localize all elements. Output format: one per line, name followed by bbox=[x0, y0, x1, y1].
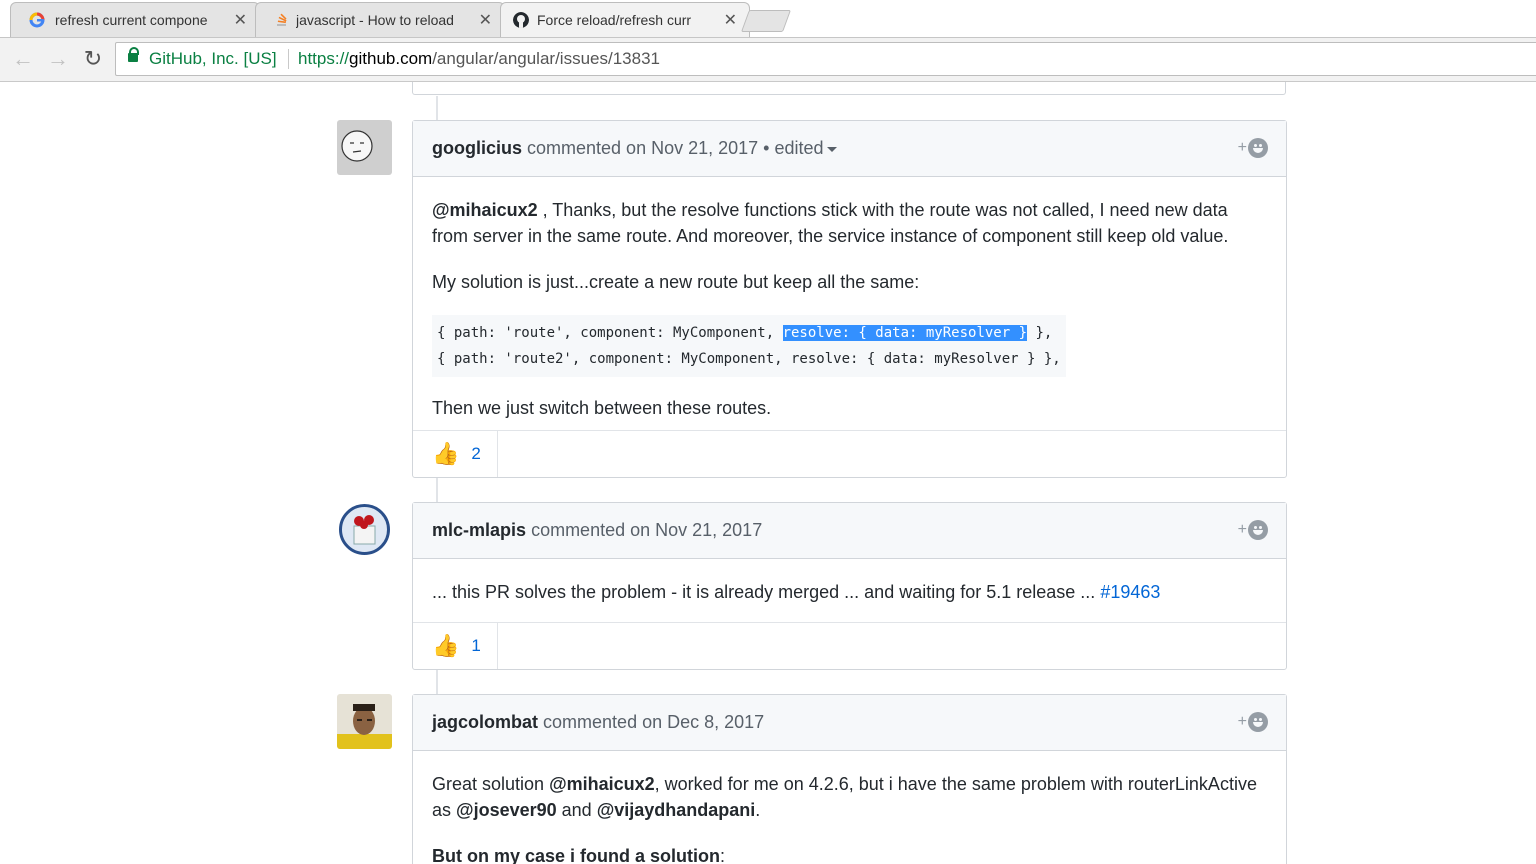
reaction-count: 1 bbox=[471, 636, 481, 655]
comment-body: @mihaicux2 , Thanks, but the resolve fun… bbox=[413, 177, 1286, 421]
smiley-icon bbox=[1248, 712, 1268, 732]
tab-close-icon[interactable]: ✕ bbox=[479, 10, 492, 30]
add-reaction-button[interactable]: + bbox=[1238, 520, 1268, 540]
comment-mlc-mlapis: mlc-mlapis commented on Nov 21, 2017 + .… bbox=[412, 502, 1287, 670]
timeline-connector bbox=[436, 96, 438, 120]
thumbs-up-reaction[interactable]: 👍 1 bbox=[413, 623, 498, 669]
url-text[interactable]: https://github.com/angular/angular/issue… bbox=[298, 49, 660, 69]
tab-github-issue[interactable]: Force reload/refresh curr ✕ bbox=[500, 2, 750, 37]
comment-paragraph: But on my case i found a solution: bbox=[432, 843, 1267, 864]
paragraph-text: and bbox=[556, 800, 597, 820]
edited-dropdown[interactable]: edited bbox=[774, 138, 837, 158]
address-bar[interactable]: GitHub, Inc. [US] https://github.com/ang… bbox=[115, 42, 1536, 76]
thumbs-up-icon: 👍 bbox=[432, 441, 460, 466]
new-tab-button[interactable] bbox=[740, 10, 792, 32]
selected-code-text: resolve: { data: myResolver } bbox=[782, 325, 1028, 341]
url-scheme: https:// bbox=[298, 49, 350, 68]
tab-stackoverflow[interactable]: javascript - How to reload ✕ bbox=[255, 2, 505, 37]
comment-author[interactable]: googlicius bbox=[432, 138, 522, 158]
comment-timestamp[interactable]: commented on Nov 21, 2017 bbox=[531, 520, 762, 540]
add-reaction-button[interactable]: + bbox=[1238, 138, 1268, 158]
reactions-bar: 👍 1 bbox=[413, 622, 1286, 669]
plus-label: + bbox=[1237, 713, 1247, 730]
url-path: /angular/angular/issues/13831 bbox=[432, 49, 660, 68]
pull-request-link[interactable]: #19463 bbox=[1100, 582, 1160, 602]
comment-body: ... this PR solves the problem - it is a… bbox=[413, 559, 1286, 605]
reactions-bar: 👍 2 bbox=[413, 430, 1286, 477]
avatar-googlicius[interactable] bbox=[337, 120, 392, 175]
reaction-count: 2 bbox=[471, 444, 481, 463]
thumbs-up-icon: 👍 bbox=[432, 633, 460, 658]
user-mention[interactable]: @mihaicux2 bbox=[549, 774, 655, 794]
code-text: { path: 'route', component: MyComponent, bbox=[437, 325, 783, 341]
comment-googlicius: googlicius commented on Nov 21, 2017 • e… bbox=[412, 120, 1287, 478]
caret-down-icon bbox=[826, 146, 837, 152]
user-mention[interactable]: @vijaydhandapani bbox=[597, 800, 756, 820]
tab-strip: refresh current compone ✕ javascript - H… bbox=[0, 0, 1536, 38]
comment-header: googlicius commented on Nov 21, 2017 • e… bbox=[413, 121, 1286, 177]
tab-close-icon[interactable]: ✕ bbox=[234, 10, 247, 30]
add-reaction-button[interactable]: + bbox=[1238, 712, 1268, 732]
reload-icon[interactable]: ↻ bbox=[81, 47, 105, 71]
comment-paragraph: @mihaicux2 , Thanks, but the resolve fun… bbox=[432, 197, 1267, 249]
code-text: { path: 'route2', component: MyComponent… bbox=[437, 351, 1061, 367]
comment-jagcolombat: jagcolombat commented on Dec 8, 2017 + G… bbox=[412, 694, 1287, 864]
avatar-mlc-mlapis[interactable] bbox=[337, 502, 392, 557]
google-icon bbox=[29, 12, 45, 28]
comment-header: jagcolombat commented on Dec 8, 2017 + bbox=[413, 695, 1286, 751]
bold-text: But on my case i found a solution bbox=[432, 846, 721, 864]
user-mention[interactable]: @mihaicux2 bbox=[432, 200, 538, 220]
issue-timeline: googlicius commented on Nov 21, 2017 • e… bbox=[0, 82, 1536, 864]
paragraph-text: . bbox=[755, 800, 761, 820]
paragraph-text: ... this PR solves the problem - it is a… bbox=[432, 582, 1101, 602]
tab-close-icon[interactable]: ✕ bbox=[724, 10, 737, 30]
comment-author[interactable]: jagcolombat bbox=[432, 712, 538, 732]
site-identity[interactable]: GitHub, Inc. [US] bbox=[149, 49, 277, 69]
plus-label: + bbox=[1237, 521, 1247, 538]
code-text: }, bbox=[1027, 325, 1053, 341]
timeline-connector bbox=[436, 478, 438, 502]
smiley-icon bbox=[1248, 520, 1268, 540]
comment-paragraph: ... this PR solves the problem - it is a… bbox=[432, 579, 1267, 605]
github-icon bbox=[513, 12, 529, 28]
paragraph-text: , Thanks, but the resolve functions stic… bbox=[432, 200, 1229, 246]
comment-author[interactable]: mlc-mlapis bbox=[432, 520, 526, 540]
avatar-jagcolombat[interactable] bbox=[337, 694, 392, 749]
code-block: { path: 'route', component: MyComponent,… bbox=[432, 315, 1066, 377]
browser-toolbar: ← → ↻ GitHub, Inc. [US] https://github.c… bbox=[0, 38, 1536, 82]
tab-title: javascript - How to reload bbox=[296, 12, 454, 28]
comment-timestamp[interactable]: commented on Dec 8, 2017 bbox=[543, 712, 764, 732]
omnibox-divider bbox=[288, 49, 289, 69]
edited-label: edited bbox=[774, 138, 824, 158]
back-arrow-icon[interactable]: ← bbox=[11, 47, 35, 71]
comment-timestamp[interactable]: commented on Nov 21, 2017 • bbox=[527, 138, 769, 158]
plus-label: + bbox=[1237, 139, 1247, 156]
comment-header: mlc-mlapis commented on Nov 21, 2017 + bbox=[413, 503, 1286, 559]
paragraph-text: Great solution bbox=[432, 774, 550, 794]
previous-comment-bottom bbox=[412, 82, 1286, 95]
tab-title: refresh current compone bbox=[55, 12, 208, 28]
comment-paragraph: My solution is just...create a new route… bbox=[432, 272, 920, 292]
smiley-icon bbox=[1248, 138, 1268, 158]
tab-title: Force reload/refresh curr bbox=[537, 12, 692, 28]
thumbs-up-reaction[interactable]: 👍 2 bbox=[413, 431, 498, 477]
stackoverflow-icon bbox=[277, 13, 287, 26]
timeline-connector bbox=[436, 670, 438, 694]
paragraph-text: : bbox=[720, 846, 726, 864]
tab-google-search[interactable]: refresh current compone ✕ bbox=[10, 2, 260, 37]
comment-paragraph: Great solution @mihaicux2, worked for me… bbox=[432, 771, 1267, 823]
user-mention[interactable]: @josever90 bbox=[456, 800, 557, 820]
url-host: github.com bbox=[349, 49, 433, 68]
lock-icon bbox=[128, 47, 139, 62]
forward-arrow-icon[interactable]: → bbox=[46, 47, 70, 71]
comment-paragraph: Then we just switch between these routes… bbox=[432, 398, 772, 418]
comment-body: Great solution @mihaicux2, worked for me… bbox=[413, 751, 1286, 864]
